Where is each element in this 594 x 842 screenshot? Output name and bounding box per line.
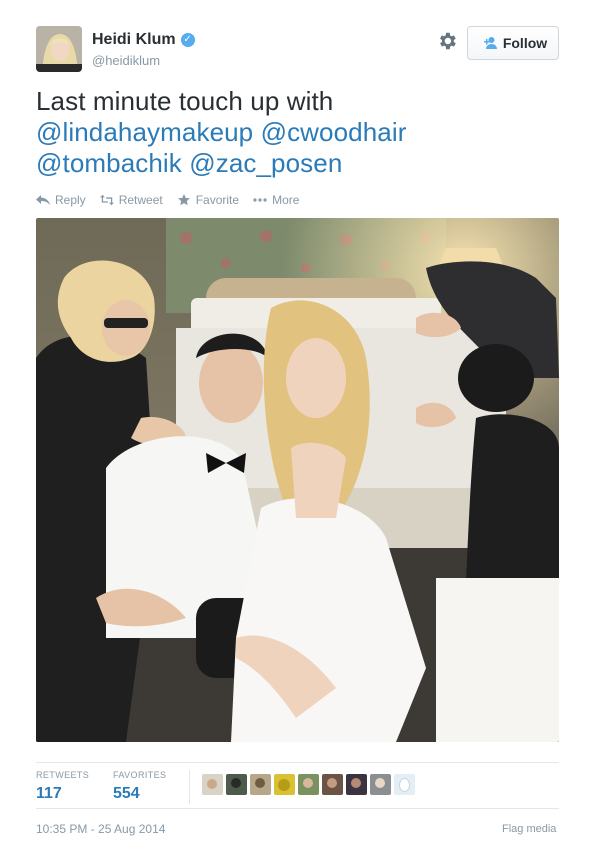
mention-link[interactable]: @cwoodhair	[261, 117, 407, 147]
mention-link[interactable]: @tombachik	[36, 148, 182, 178]
avatar-photo	[36, 26, 82, 72]
follow-label: Follow	[502, 35, 548, 51]
photo-illustration	[36, 218, 559, 742]
favoriter-avatar[interactable]	[226, 774, 247, 795]
retweet-label: Retweet	[118, 193, 163, 207]
tweet-photo[interactable]	[36, 218, 559, 742]
mention-link[interactable]: @zac_posen	[189, 148, 342, 178]
favoriter-avatar[interactable]	[202, 774, 223, 795]
stats-divider-vertical	[189, 770, 190, 804]
retweet-action[interactable]: Retweet	[99, 193, 163, 207]
reply-icon	[36, 195, 50, 205]
default-egg-avatar[interactable]	[394, 774, 415, 795]
more-dots-icon	[253, 198, 267, 202]
verified-badge-icon: ✓	[180, 33, 195, 47]
favorites-stat[interactable]: FAVORITES 554	[113, 770, 166, 803]
favoriter-avatar[interactable]	[298, 774, 319, 795]
favorites-count: 554	[113, 785, 140, 802]
more-action[interactable]: More	[253, 193, 299, 207]
stats-divider-bottom	[36, 808, 559, 809]
retweets-count: 117	[36, 785, 62, 802]
tweet-text: Last minute touch up with @lindahaymakeu…	[36, 86, 566, 179]
stats-divider-top	[36, 762, 559, 763]
gear-icon[interactable]	[436, 30, 458, 52]
favorite-label: Favorite	[195, 193, 240, 207]
favoriter-avatar[interactable]	[370, 774, 391, 795]
retweets-label: RETWEETS	[36, 770, 90, 780]
star-icon	[177, 194, 190, 206]
add-user-icon	[483, 37, 497, 49]
retweet-icon	[99, 194, 114, 206]
retweets-stat[interactable]: RETWEETS 117	[36, 770, 89, 803]
favoriter-avatar[interactable]	[250, 774, 271, 795]
mention-link[interactable]: @lindahaymakeup	[36, 117, 253, 147]
display-name[interactable]: Heidi Klum	[92, 31, 176, 49]
favoriter-avatars	[202, 774, 415, 795]
user-avatar[interactable]	[36, 26, 82, 72]
favorite-action[interactable]: Favorite	[177, 193, 239, 207]
favoriter-avatar[interactable]	[346, 774, 367, 795]
reply-label: Reply	[55, 193, 86, 207]
reply-action[interactable]: Reply	[36, 193, 86, 207]
user-handle[interactable]: @heidiklum	[92, 53, 160, 68]
flag-media-link[interactable]: Flag media	[502, 823, 556, 835]
favoriter-avatar[interactable]	[274, 774, 295, 795]
favoriter-avatar[interactable]	[322, 774, 343, 795]
follow-button[interactable]: Follow	[467, 26, 559, 60]
tweet-timestamp[interactable]: 10:35 PM - 25 Aug 2014	[36, 822, 165, 836]
more-label: More	[272, 193, 300, 207]
tweet-text-prefix: Last minute touch up with	[36, 86, 334, 116]
favorites-label: FAVORITES	[113, 770, 167, 780]
tweet-actions: Reply Retweet Favorite More	[36, 193, 299, 207]
